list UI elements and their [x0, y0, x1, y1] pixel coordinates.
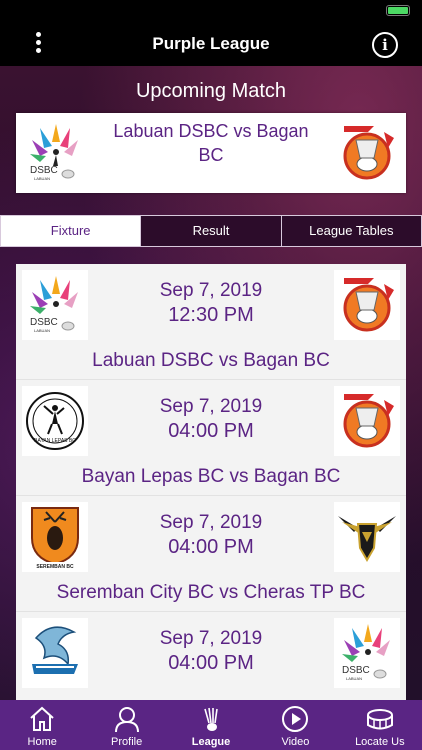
svg-text:SEREMBAN BC: SEREMBAN BC [36, 564, 74, 570]
list-item[interactable]: Sep 7, 2019 04:00 PM DSBC LABUAN [16, 612, 406, 700]
bagan-bc-logo [334, 118, 400, 188]
nav-home-label: Home [27, 736, 57, 748]
match-time: 04:00 PM [168, 536, 254, 558]
nav-league-label: League [191, 736, 231, 748]
dsbc-labuan-logo: DSBC LABUAN [334, 618, 400, 688]
upcoming-match-text: Labuan DSBC vs Bagan BC [113, 121, 309, 165]
shuttlecock-icon [204, 707, 218, 731]
profile-icon [114, 707, 139, 733]
bagan-bc-logo [334, 270, 400, 340]
nav-video-label: Video [281, 736, 310, 748]
match-date: Sep 7, 2019 [159, 628, 263, 649]
play-icon [282, 706, 309, 732]
dsbc-labuan-logo: DSBC LABUAN [22, 118, 88, 188]
battery-icon [386, 5, 410, 16]
nav-profile-label: Profile [111, 736, 143, 748]
seremban-bc-logo: SEREMBAN BC [22, 502, 88, 572]
nav-video[interactable]: Video [253, 700, 337, 750]
bottom-nav: Home Profile League Video Locate Us [0, 700, 422, 750]
match-time: 04:00 PM [168, 420, 254, 442]
nav-home[interactable]: Home [0, 700, 84, 750]
status-bar [0, 0, 422, 22]
svg-text:DSBC: DSBC [30, 165, 58, 176]
nav-locate-us[interactable]: Locate Us [338, 700, 422, 750]
match-date: Sep 7, 2019 [159, 512, 263, 533]
sigmaw-logo [22, 618, 88, 688]
dsbc-labuan-logo: DSBC LABUAN [22, 270, 88, 340]
nav-league[interactable]: League [169, 700, 253, 750]
list-item[interactable]: BAYAN LEPAS BC Sep 7, 2019 04:00 PM Baya… [16, 380, 406, 496]
tab-result[interactable]: Result [140, 216, 281, 246]
match-teams: Seremban City BC vs Cheras TP BC [56, 582, 366, 603]
upcoming-heading: Upcoming Match [135, 80, 287, 102]
home-icon [30, 706, 54, 731]
list-item[interactable]: SEREMBAN BC Sep 7, 2019 04:00 PM Seremba… [16, 496, 406, 612]
app-title: Purple League [152, 34, 270, 53]
match-teams: Bayan Lepas BC vs Bagan BC [81, 466, 341, 487]
svg-text:LABUAN: LABUAN [34, 176, 50, 181]
bagan-bc-logo [334, 386, 400, 456]
app-bar: Purple League i [0, 22, 422, 66]
svg-text:BAYAN LEPAS BC: BAYAN LEPAS BC [34, 438, 76, 444]
fixture-list[interactable]: DSBC LABUAN Sep 7, 2019 12:30 PM Labuan … [16, 264, 406, 700]
match-time: 12:30 PM [168, 304, 254, 326]
bayan-lepas-bc-logo: BAYAN LEPAS BC [22, 386, 88, 456]
nav-locate-us-label: Locate Us [355, 736, 405, 748]
list-item[interactable]: DSBC LABUAN Sep 7, 2019 12:30 PM Labuan … [16, 264, 406, 380]
svg-text:LABUAN: LABUAN [34, 328, 50, 333]
cheras-tp-bc-logo [334, 502, 400, 572]
svg-text:DSBC: DSBC [342, 665, 370, 676]
svg-text:DSBC: DSBC [30, 317, 58, 328]
tab-fixture[interactable]: Fixture [1, 216, 141, 246]
match-date: Sep 7, 2019 [159, 280, 263, 301]
nav-profile[interactable]: Profile [84, 700, 168, 750]
info-icon[interactable]: i [372, 32, 398, 58]
upcoming-match-card[interactable]: DSBC LABUAN Labuan DSBC vs Bagan BC [16, 113, 406, 193]
match-teams: Labuan DSBC vs Bagan BC [92, 350, 330, 371]
match-date: Sep 7, 2019 [159, 396, 263, 417]
stadium-icon [366, 709, 393, 730]
svg-text:LABUAN: LABUAN [346, 676, 362, 681]
match-time: 04:00 PM [168, 652, 254, 674]
tab-bar: Fixture Result League Tables [0, 215, 422, 247]
tab-league-tables[interactable]: League Tables [280, 216, 421, 246]
